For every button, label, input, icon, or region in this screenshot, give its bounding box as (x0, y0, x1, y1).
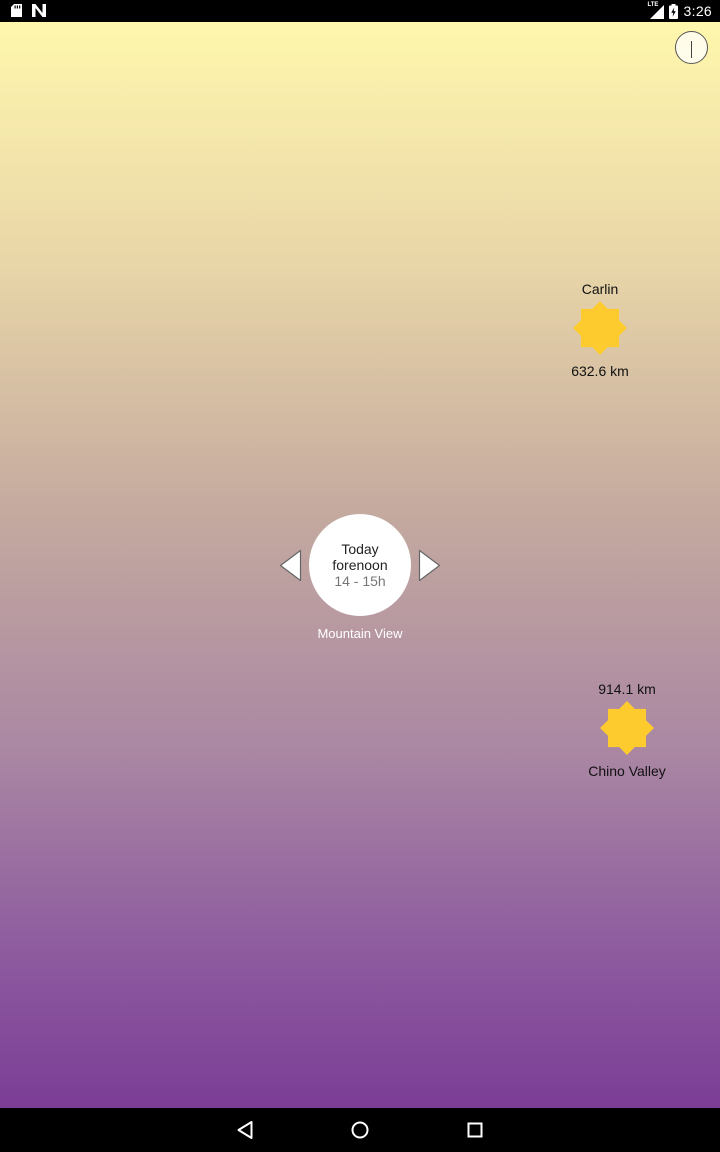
main-view: Carlin 632.6 km 914.1 km Chino Valley To… (0, 22, 720, 1108)
info-button[interactable] (675, 31, 708, 64)
period-label: forenoon (332, 557, 388, 573)
clock: 3:26 (683, 3, 712, 19)
recents-icon[interactable] (466, 1120, 484, 1140)
status-bar: LTE 3:26 (0, 0, 720, 22)
place-marker-carlin[interactable]: Carlin 632.6 km (530, 280, 670, 380)
place-marker-chino-valley[interactable]: 914.1 km Chino Valley (557, 680, 697, 780)
place-name: Chino Valley (588, 763, 666, 779)
back-icon[interactable] (236, 1120, 254, 1140)
next-time-button[interactable] (418, 549, 441, 582)
battery-charging-icon (668, 3, 678, 19)
place-name: Carlin (581, 281, 619, 297)
sun-icon (600, 701, 654, 755)
hours-label: 14 - 15h (334, 573, 386, 589)
home-icon[interactable] (350, 1120, 370, 1140)
place-distance: 914.1 km (598, 681, 656, 697)
sun-icon (573, 301, 627, 355)
current-location-label: Mountain View (317, 626, 403, 641)
info-icon (690, 41, 693, 58)
sd-card-icon (11, 4, 22, 17)
n-notification-icon (32, 4, 46, 17)
navigation-bar (0, 1108, 720, 1152)
place-distance: 632.6 km (571, 363, 629, 379)
day-label: Today (341, 541, 379, 557)
lte-signal-icon: LTE (648, 2, 664, 19)
time-selector[interactable]: Today forenoon 14 - 15h (309, 514, 411, 616)
previous-time-button[interactable] (279, 549, 302, 582)
